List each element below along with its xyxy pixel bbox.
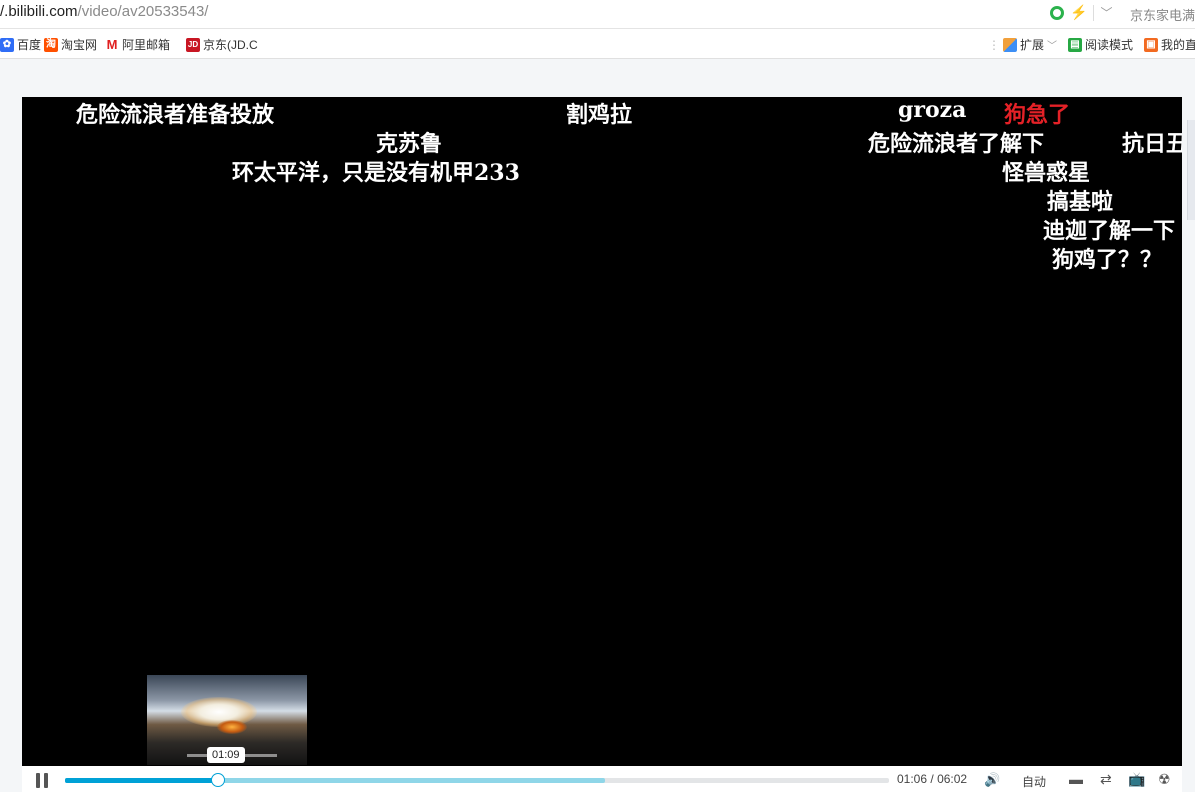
side-panel-edge [1187, 120, 1195, 220]
paw-icon: ✿ [0, 37, 14, 52]
bookmark-label: 淘宝网 [61, 38, 98, 52]
bookmark-label: 阿里邮箱 [122, 38, 171, 52]
bookmark-baidu[interactable]: ✿ 百度 [0, 36, 41, 53]
quality-selector[interactable]: 自动 [1022, 773, 1046, 790]
chevron-down-icon: ﹀ [1047, 41, 1058, 52]
jd-icon: JD [186, 37, 200, 52]
lightning-icon[interactable]: ⚡ [1070, 4, 1087, 21]
url-path: /video/av20533543/ [77, 3, 209, 20]
fire-glow [217, 720, 247, 734]
read-mode-button[interactable]: ▤ 阅读模式 [1068, 36, 1133, 53]
time-display: 01:06 / 06:02 [897, 772, 967, 786]
url-domain: bilibili.com [8, 3, 78, 20]
volume-icon[interactable]: 🔊 [984, 772, 1000, 788]
danmaku-comment: 抗日丑 [1122, 131, 1182, 157]
extension-grid-icon [1003, 37, 1017, 52]
taobao-icon: 淘 [44, 37, 58, 52]
more-dots-icon: ⋮ [988, 37, 1000, 52]
bookmark-mine[interactable]: ▣ 我的直 [1144, 36, 1195, 53]
danmaku-comment: 危险流浪者准备投放 [76, 102, 275, 128]
danmaku-comment: 迪迦了解一下 [1043, 218, 1176, 244]
pause-icon [44, 773, 48, 788]
bookmark-jd[interactable]: JD 京东(JD.C [186, 36, 258, 53]
danmaku-comment: 怪兽惑星 [1002, 160, 1091, 186]
played-bar [65, 778, 218, 783]
bookmark-alimail[interactable]: M 阿里邮箱 [105, 36, 170, 53]
bookmark-taobao[interactable]: 淘 淘宝网 [44, 36, 97, 53]
danmaku-comment: 割鸡拉 [566, 102, 633, 128]
preview-time-tooltip: 01:09 [207, 747, 245, 763]
book-icon: ▤ [1068, 37, 1082, 52]
pause-button[interactable] [35, 773, 49, 788]
video-player[interactable]: 危险流浪者准备投放 割鸡拉 groza 狗急了 克苏鲁 危险流浪者了解下 抗日丑… [22, 97, 1182, 766]
bookmark-label: 百度 [17, 38, 42, 52]
time-separator: / [930, 772, 934, 786]
refresh-icon[interactable] [1050, 5, 1064, 20]
extensions-menu[interactable]: ⋮ 扩展 ﹀ [988, 36, 1057, 53]
progress-handle[interactable] [211, 773, 225, 787]
bookmark-label: 京东(JD.C [203, 38, 258, 52]
danmaku-comment: 狗鸡了？？ [1052, 247, 1163, 273]
chevron-down-icon[interactable]: ﹀ [1100, 4, 1112, 21]
mail-icon: M [106, 36, 118, 52]
danmaku-comment: groza [898, 97, 967, 123]
bookmarks-bar: ✿ 百度 淘 淘宝网 M 阿里邮箱 JD 京东(JD.C ⋮ 扩展 ﹀ ▤ 阅读… [0, 29, 1195, 59]
danmaku-comment: 搞基啦 [1047, 189, 1114, 215]
danmaku-toggle-icon[interactable]: ▬ [1069, 771, 1083, 787]
url-text[interactable]: /.bilibili.com/video/av20533543/ [0, 3, 208, 20]
current-time: 01:06 [897, 772, 928, 786]
bookmark-label: 我的直 [1161, 38, 1195, 52]
extensions-label: 扩展 [1020, 38, 1045, 52]
fan-icon[interactable]: ☢ [1158, 771, 1171, 788]
read-mode-label: 阅读模式 [1085, 38, 1134, 52]
progress-bar[interactable] [65, 773, 889, 787]
tv-icon[interactable]: 📺 [1128, 771, 1145, 788]
briefcase-icon: ▣ [1144, 37, 1158, 52]
loop-icon[interactable]: ⇄ [1100, 771, 1112, 788]
divider [1093, 4, 1095, 21]
player-controls: 01:06 / 06:02 🔊 自动 ▬ ⇄ 📺 ☢ [22, 766, 1182, 792]
address-bar[interactable]: /.bilibili.com/video/av20533543/ ⚡ ﹀ 京东家… [0, 0, 1195, 29]
danmaku-comment: 环太平洋，只是没有机甲233 [232, 160, 520, 186]
danmaku-comment: 危险流浪者了解下 [868, 131, 1045, 157]
duration: 06:02 [937, 772, 968, 786]
danmaku-comment: 狗急了 [1004, 102, 1071, 128]
pause-icon [36, 773, 40, 788]
search-suggestion[interactable]: 京东家电满 [1130, 5, 1195, 24]
danmaku-comment: 克苏鲁 [376, 131, 443, 157]
